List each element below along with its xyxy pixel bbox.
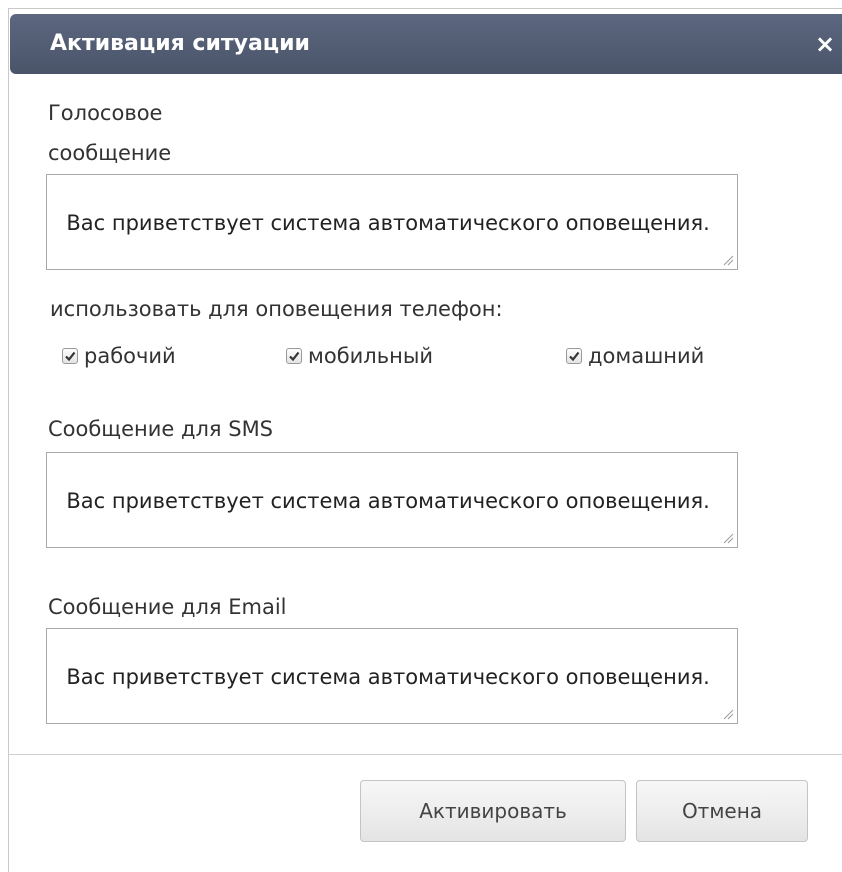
checkbox-mobile-phone[interactable]: мобильный: [286, 338, 433, 374]
voice-message-textarea[interactable]: Вас приветствует система автоматического…: [46, 174, 738, 270]
footer-divider: [8, 754, 842, 755]
dialog-titlebar: Активация ситуации ×: [10, 14, 842, 74]
checkbox-work-phone[interactable]: рабочий: [62, 338, 176, 374]
voice-message-text: Вас приветствует система автоматического…: [66, 211, 710, 235]
email-message-label: Сообщение для Email: [48, 595, 287, 619]
close-icon[interactable]: ×: [810, 26, 840, 62]
cancel-button[interactable]: Отмена: [636, 780, 808, 842]
dialog-title: Активация ситуации: [50, 31, 310, 56]
activate-button[interactable]: Активировать: [360, 780, 626, 842]
checkbox-checked-icon[interactable]: [286, 348, 302, 364]
sms-message-label: Сообщение для SMS: [48, 417, 274, 441]
checkbox-home-phone-label: домашний: [588, 344, 705, 368]
email-message-textarea[interactable]: Вас приветствует система автоматического…: [46, 628, 738, 724]
email-message-text: Вас приветствует система автоматического…: [66, 665, 710, 689]
sms-message-text: Вас приветствует система автоматического…: [66, 489, 710, 513]
checkbox-work-phone-label: рабочий: [84, 344, 176, 368]
resize-grip-icon[interactable]: [722, 254, 734, 266]
voice-message-label-line2: сообщение: [48, 141, 172, 165]
resize-grip-icon[interactable]: [722, 708, 734, 720]
checkbox-checked-icon[interactable]: [62, 348, 78, 364]
phone-usage-label: использовать для оповещения телефон:: [50, 297, 503, 321]
voice-message-label-line1: Голосовое: [48, 101, 163, 125]
checkbox-checked-icon[interactable]: [566, 348, 582, 364]
checkbox-mobile-phone-label: мобильный: [308, 344, 434, 368]
checkbox-home-phone[interactable]: домашний: [566, 338, 704, 374]
sms-message-textarea[interactable]: Вас приветствует система автоматического…: [46, 452, 738, 548]
resize-grip-icon[interactable]: [722, 532, 734, 544]
